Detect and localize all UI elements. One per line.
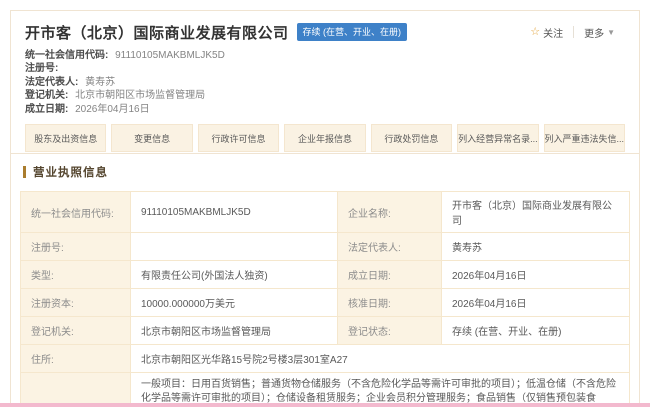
cell-label: 法定代表人: [338,233,442,261]
info-registry-authority: 登记机关: 北京市朝阳区市场监督管理局 [25,89,625,102]
cell-label: 统一社会信用代码: [21,192,131,233]
company-header-card: 开市客（北京）国际商业发展有限公司 存续 (在营、开业、在册) ☆ 关注 更多 … [10,10,640,161]
license-table: 统一社会信用代码: 91110105MAKBMLJK5D 企业名称: 开市客（北… [20,191,630,407]
cell-value: 2026年04月16日 [442,261,630,289]
business-license-section: 营业执照信息 统一社会信用代码: 91110105MAKBMLJK5D 企业名称… [10,153,640,407]
cell-label: 注册资本: [21,289,131,317]
info-establish-date: 成立日期: 2026年04月16日 [25,103,625,116]
cell-label: 企业名称: [338,192,442,233]
section-header: 营业执照信息 [11,154,639,188]
follow-button[interactable]: ☆ 关注 [520,22,573,43]
section-title: 营业执照信息 [33,164,108,180]
info-reg-number: 注册号: [25,62,625,75]
follow-label: 关注 [543,25,563,40]
table-row: 注册号: 法定代表人: 黄寿苏 [21,233,630,261]
more-label: 更多 [584,25,604,40]
status-badge: 存续 (在营、开业、在册) [297,23,408,41]
more-button[interactable]: 更多 ▼ [574,22,625,43]
cell-label: 登记机关: [21,317,131,345]
star-icon: ☆ [530,27,540,38]
tab-abnormal-list[interactable]: 列入经营异常名录... [457,124,538,152]
company-info-lines: 统一社会信用代码: 91110105MAKBMLJK5D 注册号: 法定代表人:… [25,49,625,116]
cell-value: 黄寿苏 [442,233,630,261]
cell-label [21,373,131,407]
cell-value: 北京市朝阳区市场监督管理局 [131,317,338,345]
cell-label: 注册号: [21,233,131,261]
info-value: 91110105MAKBMLJK5D [115,50,225,61]
cell-value-business-scope: 一般项目：日用百货销售；普通货物仓储服务（不含危险化学品等需许可审批的项目）；低… [131,373,630,407]
info-label: 法定代表人: [25,77,78,88]
tab-annual-report[interactable]: 企业年报信息 [284,124,365,152]
info-value: 黄寿苏 [85,77,115,88]
info-value: 2026年04月16日 [75,104,150,115]
chevron-down-icon: ▼ [607,28,615,37]
cell-label: 登记状态: [338,317,442,345]
table-row: 注册资本: 10000.000000万美元 核准日期: 2026年04月16日 [21,289,630,317]
tab-changes[interactable]: 变更信息 [111,124,192,152]
info-value: 北京市朝阳区市场监督管理局 [75,90,205,101]
cell-label: 成立日期: [338,261,442,289]
cell-label: 住所: [21,345,131,373]
cell-value: 有限责任公司(外国法人独资) [131,261,338,289]
info-label: 统一社会信用代码: [25,50,108,61]
cell-value: 存续 (在营、开业、在册) [442,317,630,345]
table-row: 登记机关: 北京市朝阳区市场监督管理局 登记状态: 存续 (在营、开业、在册) [21,317,630,345]
tab-admin-license[interactable]: 行政许可信息 [198,124,279,152]
info-legal-rep: 法定代表人: 黄寿苏 [25,76,625,89]
cell-value: 2026年04月16日 [442,289,630,317]
cell-label: 类型: [21,261,131,289]
tab-admin-penalty[interactable]: 行政处罚信息 [371,124,452,152]
section-marker-bar [23,166,26,178]
cell-value: 开市客（北京）国际商业发展有限公司 [442,192,630,233]
header-actions: ☆ 关注 更多 ▼ [520,22,625,43]
tab-bar: 股东及出资信息 变更信息 行政许可信息 企业年报信息 行政处罚信息 列入经营异常… [25,124,625,152]
table-row-business-scope: 一般项目：日用百货销售；普通货物仓储服务（不含危险化学品等需许可审批的项目）；低… [21,373,630,407]
tab-serious-violation[interactable]: 列入严重违法失信... [544,124,625,152]
table-row-address: 住所: 北京市朝阳区光华路15号院2号楼3层301室A27 [21,345,630,373]
info-label: 注册号: [25,63,58,74]
info-label: 成立日期: [25,104,68,115]
cell-value: 91110105MAKBMLJK5D [131,192,338,233]
page: 开市客（北京）国际商业发展有限公司 存续 (在营、开业、在册) ☆ 关注 更多 … [0,0,650,407]
company-name: 开市客（北京）国际商业发展有限公司 [25,22,289,43]
info-credit-code: 统一社会信用代码: 91110105MAKBMLJK5D [25,49,625,62]
tab-shareholders[interactable]: 股东及出资信息 [25,124,106,152]
cell-value: 北京市朝阳区光华路15号院2号楼3层301室A27 [131,345,630,373]
cell-label: 核准日期: [338,289,442,317]
table-row: 统一社会信用代码: 91110105MAKBMLJK5D 企业名称: 开市客（北… [21,192,630,233]
title-row: 开市客（北京）国际商业发展有限公司 存续 (在营、开业、在册) ☆ 关注 更多 … [25,19,625,45]
bottom-highlight-strip [0,403,650,407]
cell-value [131,233,338,261]
cell-value: 10000.000000万美元 [131,289,338,317]
info-label: 登记机关: [25,90,68,101]
table-row: 类型: 有限责任公司(外国法人独资) 成立日期: 2026年04月16日 [21,261,630,289]
